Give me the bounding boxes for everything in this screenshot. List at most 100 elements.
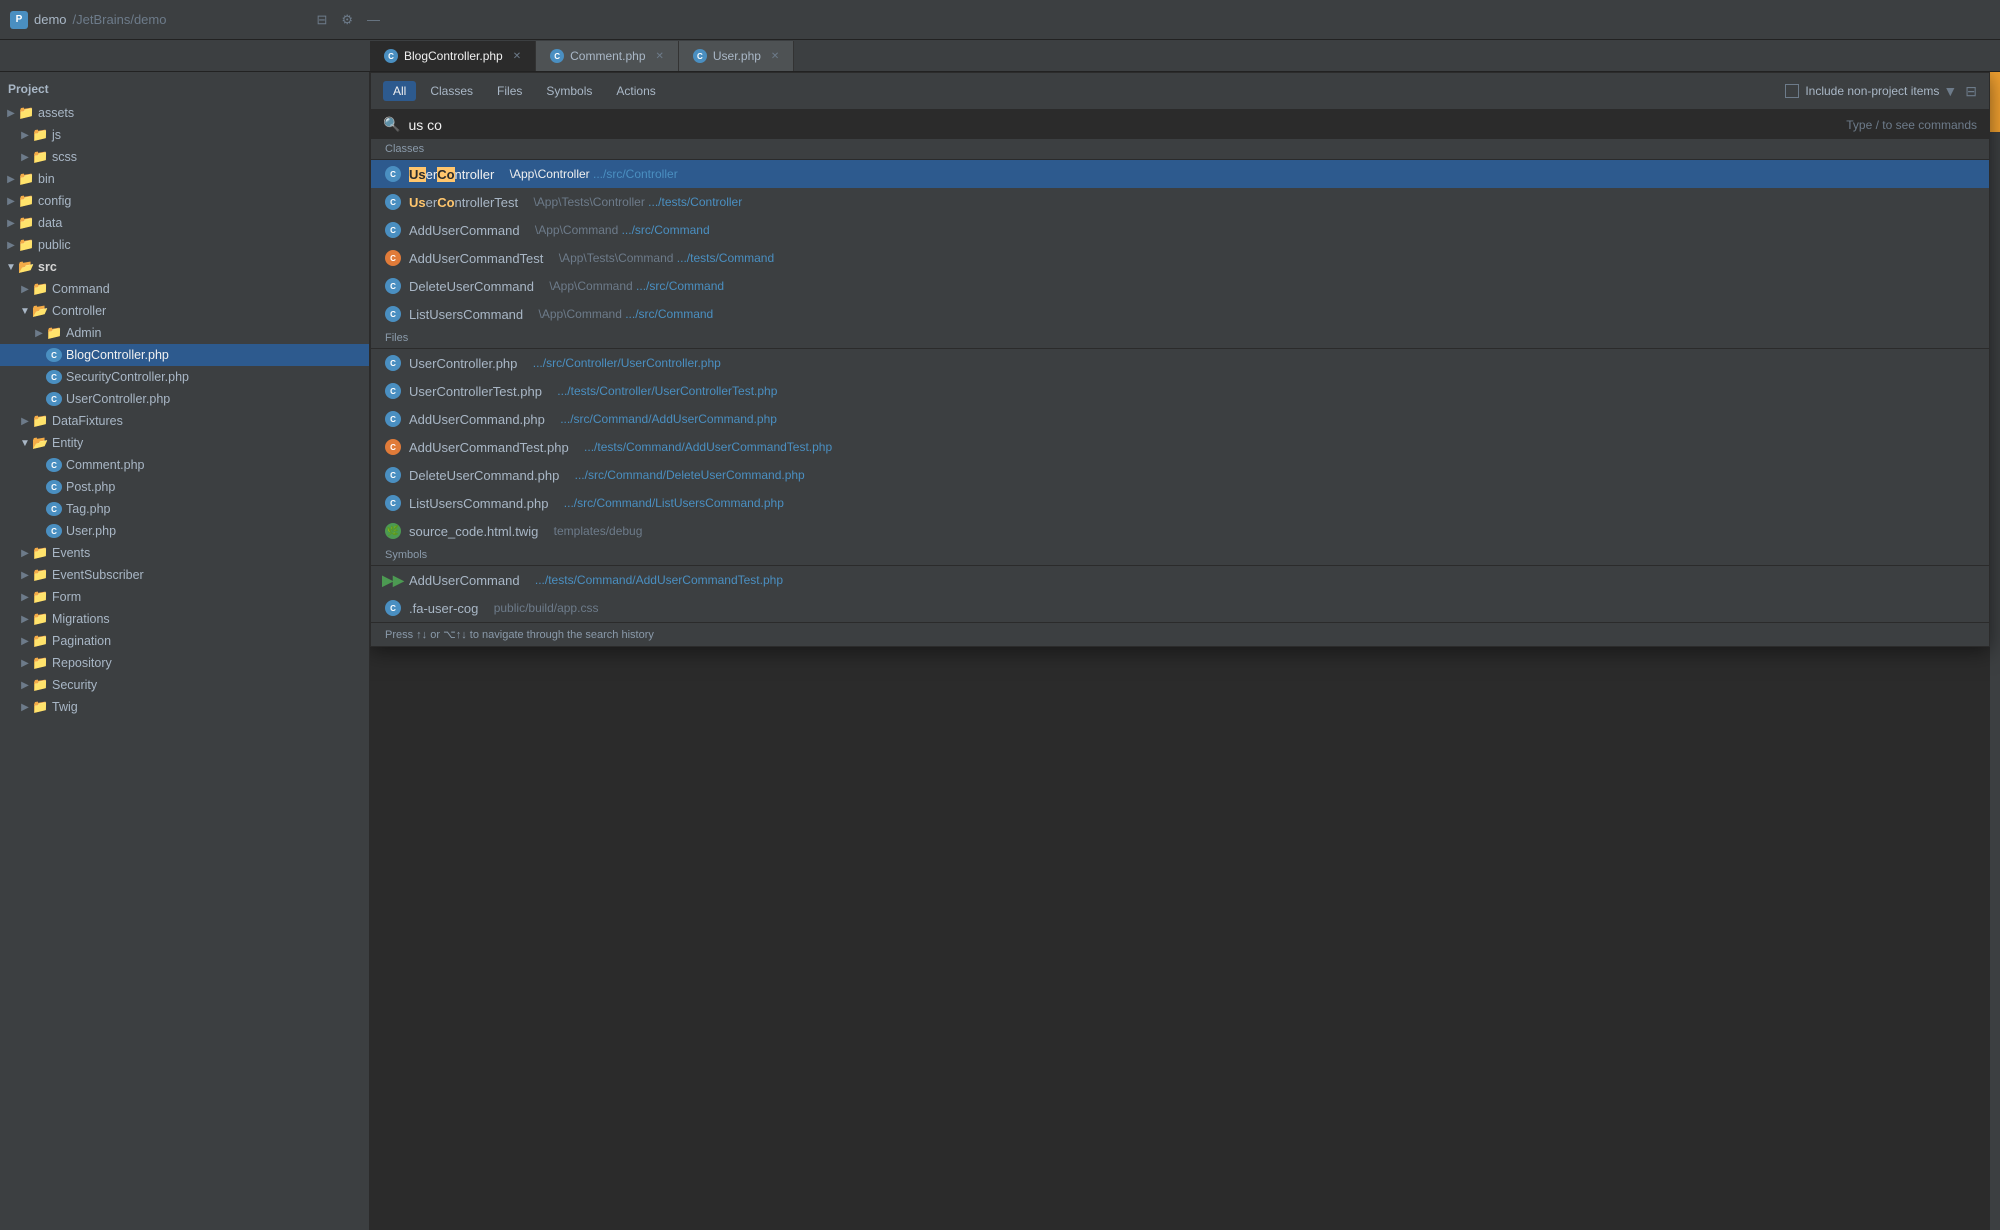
filter-tab-actions[interactable]: Actions (606, 81, 665, 101)
tree-label: UserController.php (66, 392, 170, 406)
tree-label: Migrations (52, 612, 110, 626)
include-non-project-checkbox-area[interactable]: Include non-project items (1785, 84, 1939, 98)
sidebar-item-migrations[interactable]: ▶ 📁 Migrations (0, 608, 369, 630)
sidebar-item-usercontroller[interactable]: C UserController.php (0, 388, 369, 410)
result-item-file-listuserscommand[interactable]: C ListUsersCommand.php .../src/Command/L… (371, 489, 1989, 517)
arrow-icon: ▼ (18, 306, 32, 317)
result-name: AddUserCommand.php (409, 412, 545, 427)
sidebar-item-admin[interactable]: ▶ 📁 Admin (0, 322, 369, 344)
sidebar-item-repository[interactable]: ▶ 📁 Repository (0, 652, 369, 674)
sidebar-item-comment[interactable]: C Comment.php (0, 454, 369, 476)
title-bar-left: P demo /JetBrains/demo ⊟ ⚙ — (10, 11, 380, 29)
search-footer-text: Press ↑↓ or ⌥↑↓ to navigate through the … (385, 629, 654, 641)
tree-label: Repository (52, 656, 112, 670)
file-icon-tag: C (46, 502, 62, 516)
tree-label: Command (52, 282, 110, 296)
result-item-addusercommand[interactable]: C AddUserCommand \App\Command .../src/Co… (371, 216, 1989, 244)
tab-close-blog[interactable]: ✕ (513, 51, 521, 62)
filter-tabs: All Classes Files Symbols Actions Includ… (371, 73, 1989, 110)
search-input[interactable] (408, 117, 1838, 133)
layout-icon[interactable]: ⊟ (316, 12, 327, 28)
result-item-listuserscommand[interactable]: C ListUsersCommand \App\Command .../src/… (371, 300, 1989, 328)
results-container[interactable]: Classes C UserController \App\Controller… (371, 139, 1989, 646)
result-path: .../tests/Controller/UserControllerTest.… (554, 384, 777, 398)
result-file-icon: C (385, 467, 401, 483)
tree-label: Security (52, 678, 97, 692)
sidebar-item-tag[interactable]: C Tag.php (0, 498, 369, 520)
tree-label: bin (38, 172, 55, 186)
result-symbol-icon: ▶▶ (385, 572, 401, 588)
layout-toggle-icon[interactable]: ⊟ (1965, 83, 1977, 100)
sidebar-item-blogcontroller[interactable]: C BlogController.php (0, 344, 369, 366)
sidebar-item-events[interactable]: ▶ 📁 Events (0, 542, 369, 564)
tabs-bar: C BlogController.php ✕ C Comment.php ✕ C… (0, 40, 2000, 72)
filter-icon[interactable]: ▼ (1943, 83, 1957, 100)
sidebar-item-pagination[interactable]: ▶ 📁 Pagination (0, 630, 369, 652)
tab-icon-comment: C (550, 49, 564, 63)
sidebar-item-config[interactable]: ▶ 📁 config (0, 190, 369, 212)
include-non-project-checkbox[interactable] (1785, 84, 1799, 98)
sidebar-item-entity[interactable]: ▼ 📂 Entity (0, 432, 369, 454)
arrow-icon: ▶ (18, 614, 32, 625)
sidebar-item-controller[interactable]: ▼ 📂 Controller (0, 300, 369, 322)
result-item-usercontroller[interactable]: C UserController \App\Controller .../src… (371, 160, 1989, 188)
result-item-file-addusercommandtest[interactable]: C AddUserCommandTest.php .../tests/Comma… (371, 433, 1989, 461)
tree-label: Admin (66, 326, 101, 340)
sidebar: Project ▶ 📁 assets ▶ 📁 js ▶ 📁 scss ▶ 📁 b… (0, 72, 370, 1230)
minimize-icon[interactable]: — (367, 12, 380, 28)
tree-label: Form (52, 590, 81, 604)
tree-label: User.php (66, 524, 116, 538)
sidebar-item-assets[interactable]: ▶ 📁 assets (0, 102, 369, 124)
arrow-spacer (32, 526, 46, 537)
tree-label: EventSubscriber (52, 568, 144, 582)
sidebar-item-post[interactable]: C Post.php (0, 476, 369, 498)
sidebar-item-twig[interactable]: ▶ 📁 Twig (0, 696, 369, 718)
filter-tab-all[interactable]: All (383, 81, 416, 101)
sidebar-item-security[interactable]: ▶ 📁 Security (0, 674, 369, 696)
tab-close-user[interactable]: ✕ (771, 51, 779, 62)
tab-user[interactable]: C User.php ✕ (679, 41, 794, 71)
arrow-icon: ▶ (4, 240, 18, 251)
result-item-addusercommandtest[interactable]: C AddUserCommandTest \App\Tests\Command … (371, 244, 1989, 272)
arrow-icon: ▶ (18, 284, 32, 295)
arrow-icon: ▶ (18, 702, 32, 713)
result-item-file-sourcecode[interactable]: 🌿 source_code.html.twig templates/debug (371, 517, 1989, 545)
result-item-file-addusercommand[interactable]: C AddUserCommand.php .../src/Command/Add… (371, 405, 1989, 433)
right-scrollbar[interactable] (1990, 72, 2000, 1230)
settings-icon[interactable]: ⚙ (341, 12, 353, 28)
sidebar-item-public[interactable]: ▶ 📁 public (0, 234, 369, 256)
sidebar-item-js[interactable]: ▶ 📁 js (0, 124, 369, 146)
result-item-file-usercontroller[interactable]: C UserController.php .../src/Controller/… (371, 349, 1989, 377)
sidebar-item-command[interactable]: ▶ 📁 Command (0, 278, 369, 300)
sidebar-item-user[interactable]: C User.php (0, 520, 369, 542)
file-icon-post: C (46, 480, 62, 494)
editor-area: 84 85 ⊞ /** @Route("/comment/{postSlug}/… (370, 72, 2000, 1230)
result-item-symbol-addusercommand[interactable]: ▶▶ AddUserCommand .../tests/Command/AddU… (371, 566, 1989, 594)
sidebar-item-datafixtures[interactable]: ▶ 📁 DataFixtures (0, 410, 369, 432)
result-item-usercontrollertest[interactable]: C UserControllerTest \App\Tests\Controll… (371, 188, 1989, 216)
sidebar-item-bin[interactable]: ▶ 📁 bin (0, 168, 369, 190)
result-item-file-usercontrollertest[interactable]: C UserControllerTest.php .../tests/Contr… (371, 377, 1989, 405)
search-hint: Type / to see commands (1846, 118, 1977, 132)
filter-tab-files[interactable]: Files (487, 81, 532, 101)
sidebar-item-scss[interactable]: ▶ 📁 scss (0, 146, 369, 168)
sidebar-item-src[interactable]: ▼ 📂 src (0, 256, 369, 278)
tab-comment[interactable]: C Comment.php ✕ (536, 41, 679, 71)
filter-tab-symbols[interactable]: Symbols (536, 81, 602, 101)
file-icon-user: C (46, 524, 62, 538)
result-file-icon: C (385, 250, 401, 266)
result-path: \App\Command .../src/Command (535, 307, 713, 321)
tab-close-comment[interactable]: ✕ (656, 51, 664, 62)
result-item-deleteusercommand[interactable]: C DeleteUserCommand \App\Command .../src… (371, 272, 1989, 300)
sidebar-item-securitycontroller[interactable]: C SecurityController.php (0, 366, 369, 388)
sidebar-item-form[interactable]: ▶ 📁 Form (0, 586, 369, 608)
tab-blogcontroller[interactable]: C BlogController.php ✕ (370, 41, 536, 71)
arrow-icon: ▶ (18, 636, 32, 647)
sidebar-item-data[interactable]: ▶ 📁 data (0, 212, 369, 234)
file-icon-usercontroller: C (46, 392, 62, 406)
result-item-file-deleteusercommand[interactable]: C DeleteUserCommand.php .../src/Command/… (371, 461, 1989, 489)
sidebar-item-eventsubscriber[interactable]: ▶ 📁 EventSubscriber (0, 564, 369, 586)
tree-label: Comment.php (66, 458, 145, 472)
result-item-symbol-fausercog[interactable]: C .fa-user-cog public/build/app.css (371, 594, 1989, 622)
filter-tab-classes[interactable]: Classes (420, 81, 483, 101)
